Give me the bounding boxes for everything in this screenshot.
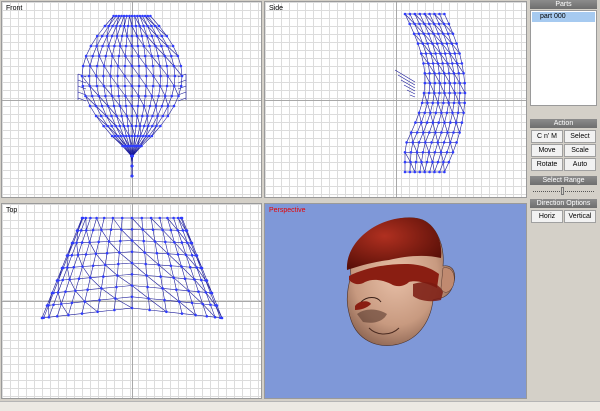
parts-list[interactable]: part 000 <box>530 10 597 106</box>
perspective-viewport[interactable]: Perspective <box>264 203 527 399</box>
top-head-wireframe <box>40 216 224 320</box>
parts-list-item[interactable]: part 000 <box>532 12 595 22</box>
horiz-button[interactable]: Horiz <box>531 210 563 223</box>
move-button[interactable]: Move <box>531 144 563 157</box>
front-viewport[interactable]: Front <box>1 1 262 198</box>
select-range-slider[interactable] <box>530 185 597 197</box>
select-button[interactable]: Select <box>564 130 596 143</box>
parts-panel-title: Parts <box>530 0 597 9</box>
side-viewport[interactable]: Side <box>264 1 527 198</box>
vertical-button[interactable]: Vertical <box>564 210 596 223</box>
select-range-title: Select Range <box>530 176 597 185</box>
side-head-wireframe <box>394 12 467 174</box>
scale-button[interactable]: Scale <box>564 144 596 157</box>
ear <box>440 267 455 293</box>
direction-options-title: Direction Options <box>530 199 597 208</box>
auto-button[interactable]: Auto <box>564 158 596 171</box>
top-viewport[interactable]: Top <box>1 203 262 399</box>
perspective-head-render <box>346 217 455 346</box>
action-panel-title: Action <box>530 119 597 128</box>
front-head-wireframe <box>77 14 187 178</box>
cnm-button[interactable]: C n' M <box>531 130 563 143</box>
status-bar <box>0 401 600 411</box>
rotate-button[interactable]: Rotate <box>531 158 563 171</box>
slider-thumb[interactable] <box>561 187 564 195</box>
